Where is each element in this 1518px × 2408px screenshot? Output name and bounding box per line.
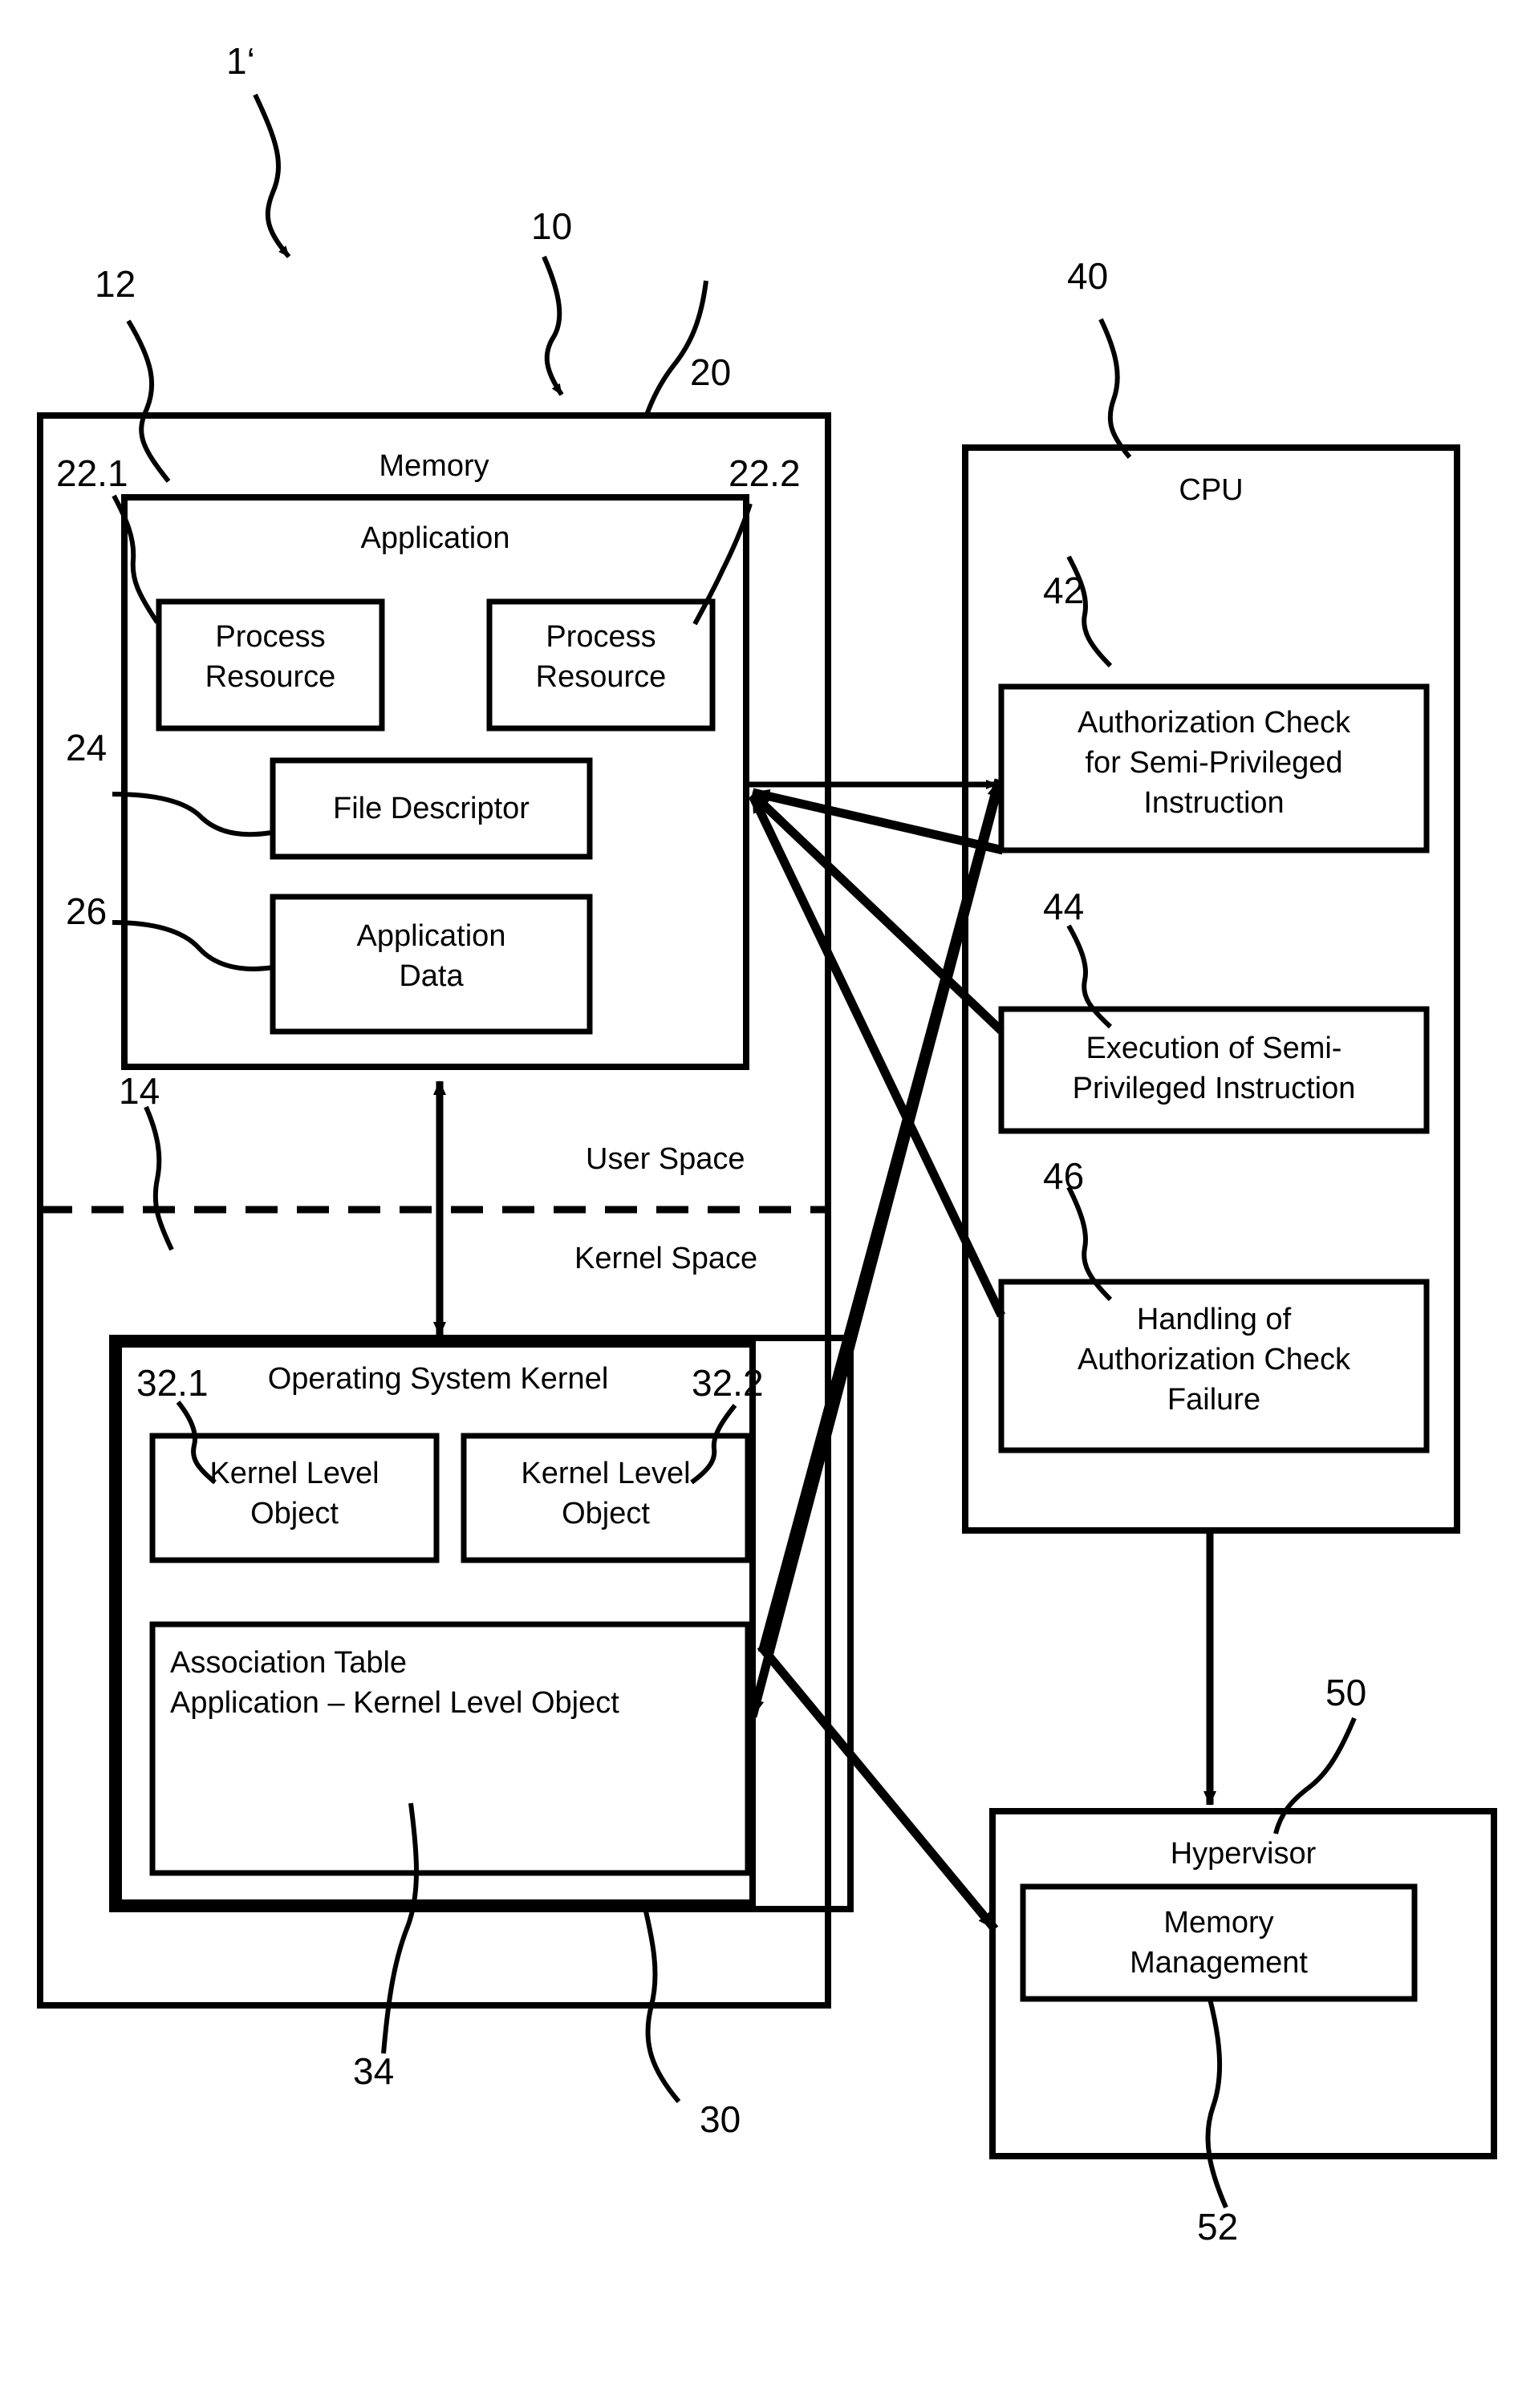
leader-line-process-resource-1 xyxy=(112,494,160,624)
reference-memory: 10 xyxy=(531,205,573,247)
leader-line-file-descriptor xyxy=(112,792,272,837)
leader-line-application xyxy=(643,280,708,418)
kernel-level-object-2-label: Kernel Level Object xyxy=(521,1457,691,1530)
leader-line-association-table xyxy=(381,1802,419,2054)
association-table-label: Association Table Application – Kernel L… xyxy=(170,1646,619,1720)
reference-hypervisor: 50 xyxy=(1325,1672,1367,1713)
process-resource-1-label: Process Resource xyxy=(205,620,336,694)
leader-line-os-kernel xyxy=(641,1900,681,2103)
kernel-space-label: Kernel Space xyxy=(574,1242,758,1275)
figure-canvas: 1‘ 10 12 20 22.1 22.2 24 26 14 32.1 32.2… xyxy=(0,0,1518,2408)
reference-handling-failure: 46 xyxy=(1043,1155,1085,1197)
memory-management-label: Memory Management xyxy=(1130,1906,1308,1980)
reference-space-divider: 14 xyxy=(119,1070,160,1112)
user-space-label: User Space xyxy=(586,1142,745,1176)
reference-kernel-level-object-1: 32.1 xyxy=(136,1362,209,1404)
os-kernel-title: Operating System Kernel xyxy=(267,1362,609,1396)
process-resource-2-label: Process Resource xyxy=(535,620,667,694)
memory-title: Memory xyxy=(379,449,489,483)
reference-os-kernel: 30 xyxy=(700,2098,741,2140)
leader-line-application-data xyxy=(112,920,274,971)
leader-line-memory xyxy=(542,255,564,396)
reference-memory-management: 52 xyxy=(1197,2206,1239,2248)
file-descriptor-label: File Descriptor xyxy=(333,792,530,825)
kernel-to-hypervisor-arrow xyxy=(757,1643,999,1932)
reference-association-table: 34 xyxy=(353,2050,395,2092)
leader-line-memory-management xyxy=(1205,1998,1228,2209)
reference-application: 20 xyxy=(690,351,732,393)
diagram-svg xyxy=(37,93,1497,2209)
cpu-block-execution-label: Execution of Semi- Privileged Instructio… xyxy=(1072,1032,1356,1105)
cpu-to-association-table-arrow xyxy=(748,783,1004,1718)
hypervisor-title: Hypervisor xyxy=(1170,1837,1317,1871)
reference-memory-left: 12 xyxy=(95,263,136,305)
cpu-block-authorization-check-label: Authorization Check for Semi-Privileged … xyxy=(1077,706,1351,820)
reference-system: 1‘ xyxy=(226,40,255,82)
reference-cpu: 40 xyxy=(1067,255,1109,297)
reference-application-data: 26 xyxy=(66,890,108,932)
kernel-level-object-1-label: Kernel Level Object xyxy=(209,1457,380,1530)
leader-line-cpu xyxy=(1098,318,1132,459)
cpu-title: CPU xyxy=(1179,473,1244,507)
application-title: Application xyxy=(360,521,510,555)
leader-line-hypervisor xyxy=(1273,1717,1357,1834)
reference-file-descriptor: 24 xyxy=(66,727,108,768)
reference-kernel-level-object-2: 32.2 xyxy=(692,1362,764,1404)
reference-authorization-check: 42 xyxy=(1043,570,1085,611)
leader-line-system xyxy=(253,93,291,258)
application-data-label: Application Data xyxy=(356,919,506,993)
reference-execution: 44 xyxy=(1043,886,1085,927)
cpu-block-handling-failure-label: Handling of Authorization Check Failure xyxy=(1077,1303,1351,1417)
leader-line-space-divider xyxy=(144,1105,174,1251)
